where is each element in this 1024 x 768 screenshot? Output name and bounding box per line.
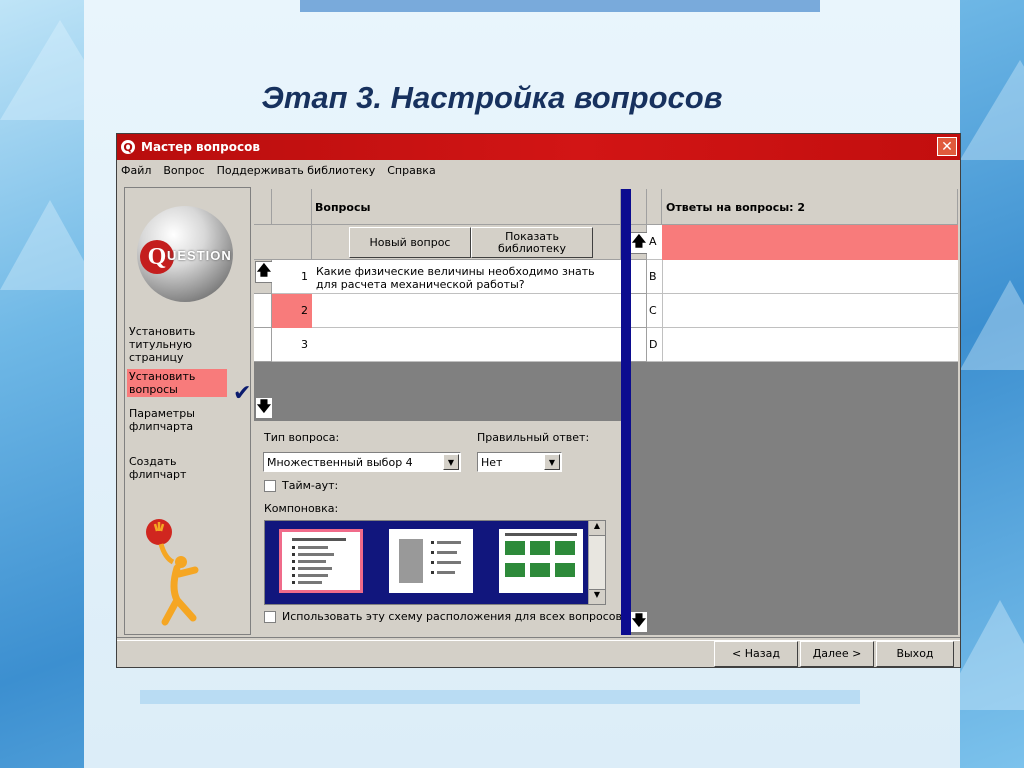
columns-layout-icon	[399, 539, 461, 583]
timeout-checkbox[interactable]	[264, 480, 276, 492]
step-questions[interactable]: Установить вопросы	[127, 369, 227, 397]
splitter-edge	[629, 189, 631, 635]
close-button[interactable]: ✕	[937, 137, 957, 156]
answer-text-d[interactable]	[662, 328, 958, 362]
answer-selector-c	[631, 294, 647, 328]
mascot-figure-icon	[146, 519, 199, 626]
answer-selector-b	[631, 260, 647, 294]
question-type-select[interactable]: Множественный выбор 4 ▼	[263, 452, 461, 472]
question-text-2[interactable]	[312, 294, 621, 328]
dropdown-arrow-icon[interactable]: ▼	[443, 454, 459, 470]
answer-text-a[interactable]	[662, 225, 958, 260]
layout-option-images[interactable]	[499, 529, 583, 593]
menu-bar: Файл Вопрос Поддерживать библиотеку Спра…	[117, 160, 960, 180]
num-column-header	[272, 189, 312, 225]
layout-label: Компоновка:	[264, 502, 339, 515]
menu-help[interactable]: Справка	[387, 164, 435, 177]
menu-question[interactable]: Вопрос	[163, 164, 204, 177]
layout-option-list[interactable]	[279, 529, 363, 593]
move-up-icon[interactable]: 🡅	[255, 261, 273, 283]
title-bar: Q Мастер вопросов	[117, 134, 960, 160]
question-number-1: 1	[272, 260, 312, 294]
answer-letter-b: B	[647, 260, 662, 294]
scroll-down-icon[interactable]: ▼	[589, 589, 605, 604]
step-create-flipchart[interactable]: Создать флипчарт	[127, 454, 227, 482]
question-logo: Q UESTION	[137, 206, 233, 302]
answer-selector-d	[631, 328, 647, 362]
answers-header: Ответы на вопросы: 2	[662, 189, 958, 225]
use-for-all-label: Использовать эту схему расположения для …	[282, 610, 623, 623]
show-library-button[interactable]: Показать библиотеку	[471, 227, 593, 258]
question-type-value: Множественный выбор 4	[267, 455, 413, 469]
row-selector-2	[254, 294, 272, 328]
step-title-page[interactable]: Установить титульную страницу	[127, 324, 227, 365]
menu-library[interactable]: Поддерживать библиотеку	[217, 164, 376, 177]
questions-header: Вопросы	[312, 189, 621, 225]
toolbar-row-left	[254, 225, 312, 260]
question-text-3[interactable]	[312, 328, 621, 362]
step-flipchart-params[interactable]: Параметры флипчарта	[127, 406, 227, 434]
scroll-up-icon[interactable]: ▲	[589, 521, 605, 536]
answers-corner	[631, 189, 647, 225]
answer-letter-d: D	[647, 328, 662, 362]
layout-option-columns[interactable]	[389, 529, 473, 593]
correct-answer-select[interactable]: Нет ▼	[477, 452, 562, 472]
checkmark-icon: ✔	[233, 381, 252, 406]
use-for-all-checkbox[interactable]	[264, 611, 276, 623]
correct-answer-value: Нет	[481, 455, 503, 469]
answers-letter-header	[647, 189, 662, 225]
splitter-bar[interactable]	[621, 189, 629, 635]
move-down-icon[interactable]: 🡇	[255, 397, 273, 419]
answer-letter-c: C	[647, 294, 662, 328]
dropdown-arrow-icon[interactable]: ▼	[544, 454, 560, 470]
steps-panel: Q UESTION Установить титульную страницу …	[124, 187, 251, 635]
question-text-1[interactable]: Какие физические величины необходимо зна…	[312, 260, 621, 294]
layout-picker: ▲ ▼	[264, 520, 606, 605]
exit-button[interactable]: Выход	[876, 641, 954, 667]
new-question-button[interactable]: Новый вопрос	[349, 227, 471, 258]
next-button[interactable]: Далее >	[800, 641, 874, 667]
logo-word: UESTION	[167, 248, 232, 263]
correct-answer-label: Правильный ответ:	[477, 431, 590, 444]
layout-scrollbar[interactable]: ▲ ▼	[588, 521, 605, 604]
menu-file[interactable]: Файл	[121, 164, 151, 177]
images-layout-icon	[505, 533, 577, 577]
row-selector-3	[254, 328, 272, 362]
question-number-2: 2	[272, 294, 312, 328]
grid-corner	[254, 189, 272, 225]
answer-down-icon[interactable]: 🡇	[630, 611, 648, 633]
question-number-3: 3	[272, 328, 312, 362]
bottom-stripe	[140, 690, 860, 704]
timeout-label: Тайм-аут:	[282, 479, 339, 492]
answer-text-b[interactable]	[662, 260, 958, 294]
back-button[interactable]: < Назад	[714, 641, 798, 667]
answer-text-c[interactable]	[662, 294, 958, 328]
app-q-icon: Q	[121, 140, 135, 154]
list-layout-icon	[292, 538, 346, 584]
top-stripe	[300, 0, 820, 12]
answer-up-icon[interactable]: 🡅	[630, 232, 648, 254]
slide-title: Этап 3. Настройка вопросов	[261, 80, 723, 115]
window-title: Мастер вопросов	[141, 140, 260, 154]
question-wizard-window: Q Мастер вопросов ✕ Файл Вопрос Поддержи…	[116, 133, 961, 668]
answer-letter-a: A	[647, 225, 662, 260]
question-type-label: Тип вопроса:	[264, 431, 340, 444]
